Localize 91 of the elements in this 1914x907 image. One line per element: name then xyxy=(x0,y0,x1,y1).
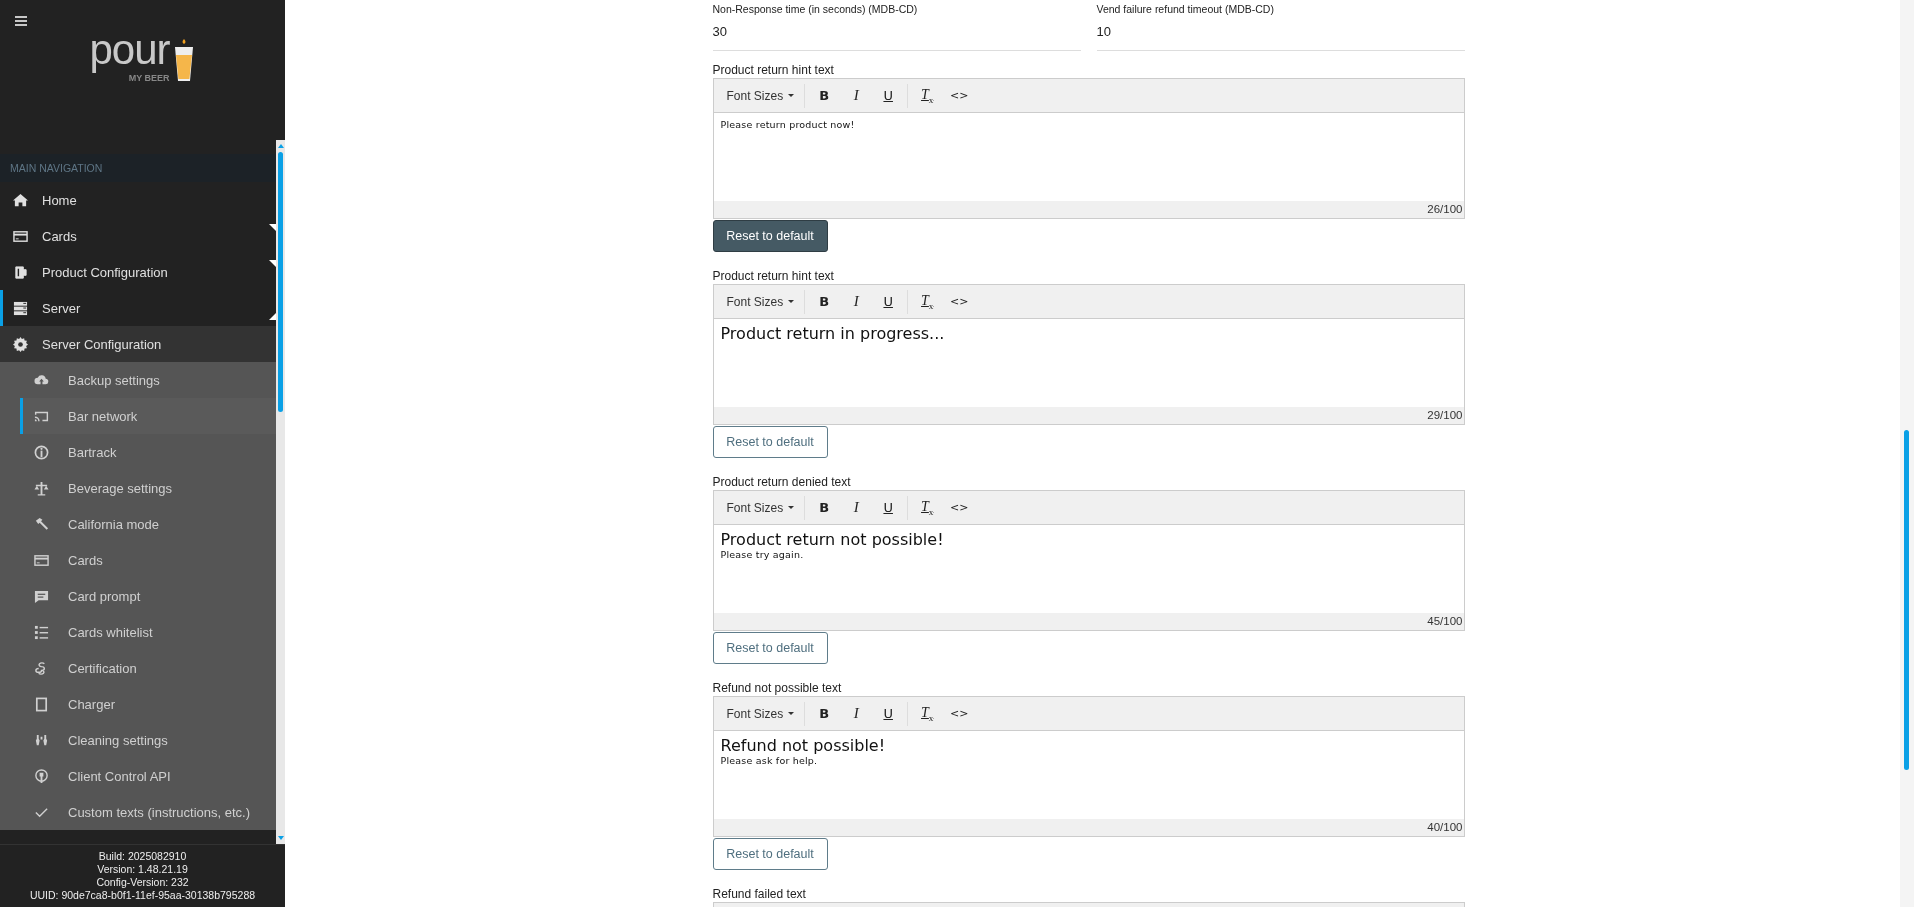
rich-text-editor[interactable]: Font Sizes B I U T$_{x}$ <> Product return not possible! Please try again. 45/100 xyxy=(712,490,1465,631)
reset-button[interactable]: Reset to default xyxy=(712,632,828,664)
scale-icon xyxy=(34,480,49,496)
input-field[interactable]: 30 xyxy=(712,16,1081,51)
font-size-dropdown[interactable]: Font Sizes xyxy=(719,86,802,105)
font-size-dropdown[interactable]: Font Sizes xyxy=(719,704,802,723)
character-count: 29/100 xyxy=(1427,409,1463,421)
hammer-icon xyxy=(34,516,49,532)
section-heading: MAIN NAVIGATION xyxy=(0,154,276,182)
clear-format-button[interactable]: T$_{x}$ xyxy=(913,700,942,727)
nav-item[interactable]: Server Configuration xyxy=(0,326,276,362)
field-label: Vend failure refund timeout (MDB-CD) xyxy=(1096,2,1275,16)
source-code-button[interactable]: <> xyxy=(945,82,974,109)
nav-subitem[interactable]: Cards whitelist xyxy=(0,614,276,650)
character-count: 40/100 xyxy=(1427,821,1463,833)
build-info-text: Config-Version: 232 xyxy=(96,876,189,889)
logo-tagline: MY BEER xyxy=(128,72,170,83)
underline-button[interactable]: U xyxy=(874,288,903,315)
build-info-text: UUID: 90de7ca8-b0f1-11ef-95aa-30138b795288 xyxy=(29,889,256,902)
credit-card-icon xyxy=(34,552,49,568)
api-icon xyxy=(34,768,49,784)
nav-subitem[interactable]: Cards xyxy=(0,542,276,578)
reset-button[interactable]: Reset to default xyxy=(712,220,828,252)
build-info-text: Build: 2025082910 xyxy=(98,850,187,863)
cloud-upload-icon xyxy=(34,372,49,388)
editor-text: Refund not possible! xyxy=(720,737,887,755)
italic-button[interactable]: I xyxy=(842,700,871,727)
editor-text: Please try again. xyxy=(720,549,805,561)
field-label: Product return denied text xyxy=(712,475,852,490)
font-size-dropdown[interactable]: Font Sizes xyxy=(719,498,802,517)
scrollbar[interactable] xyxy=(276,140,285,844)
nav-subitem[interactable]: Client Control API xyxy=(0,758,276,794)
italic-button[interactable]: I xyxy=(842,494,871,521)
input-field[interactable]: 10 xyxy=(1096,16,1465,51)
editor-text: Please return product now! xyxy=(720,119,856,131)
settings-icon xyxy=(13,336,28,352)
italic-button[interactable]: I xyxy=(842,82,871,109)
nav-subitem[interactable]: Card prompt xyxy=(0,578,276,614)
nav-subitem[interactable]: Certification xyxy=(0,650,276,686)
rich-text-editor[interactable]: Font Sizes B I U T$_{x}$ <> Please return product now! 26/100 xyxy=(712,78,1465,219)
menu-icon[interactable] xyxy=(14,14,28,28)
bold-button[interactable]: B xyxy=(810,700,839,727)
font-size-dropdown[interactable]: Font Sizes xyxy=(719,292,802,311)
circle-icon xyxy=(34,444,49,460)
nav-subitem[interactable]: California mode xyxy=(0,506,276,542)
nav-subitem[interactable]: Custom texts (instructions, etc.) xyxy=(0,794,276,830)
clear-format-button[interactable]: T$_{x}$ xyxy=(913,288,942,315)
nav-subitem[interactable]: Cleaning settings xyxy=(0,722,276,758)
underline-button[interactable]: U xyxy=(874,700,903,727)
source-code-button[interactable]: <> xyxy=(945,288,974,315)
bold-button[interactable]: B xyxy=(810,82,839,109)
character-count: 26/100 xyxy=(1427,203,1463,215)
clear-format-button[interactable]: T$_{x}$ xyxy=(913,82,942,109)
field-label: Refund not possible text xyxy=(712,681,843,696)
nav-item[interactable]: Home xyxy=(0,182,276,218)
source-code-button[interactable]: <> xyxy=(945,700,974,727)
chat-icon xyxy=(34,588,49,604)
nav-subitem[interactable]: Backup settings xyxy=(0,362,276,398)
underline-button[interactable]: U xyxy=(874,82,903,109)
list-icon xyxy=(34,624,49,640)
editor-text: Product return not possible! xyxy=(720,531,945,549)
reset-button[interactable]: Reset to default xyxy=(712,426,828,458)
nav-subitem[interactable]: Bartrack xyxy=(0,434,276,470)
field-label: Refund failed text xyxy=(712,887,807,902)
rich-text-editor[interactable]: Font Sizes B I U T$_{x}$ <> Refund not possible! Please ask for help. 40/100 xyxy=(712,696,1465,837)
nav-subitem[interactable]: Charger xyxy=(0,686,276,722)
clear-format-button[interactable]: T$_{x}$ xyxy=(913,494,942,521)
credit-card-icon xyxy=(13,228,28,244)
logo-text: pour xyxy=(89,27,170,72)
field-label: Product return hint text xyxy=(712,269,835,284)
nav-subitem[interactable]: Beverage settings xyxy=(0,470,276,506)
home-icon xyxy=(13,192,28,208)
source-code-button[interactable]: <> xyxy=(945,494,974,521)
rich-text-editor[interactable]: Font Sizes B I U T$_{x}$ <> Product return in progress... 29/100 xyxy=(712,284,1465,425)
character-count: 45/100 xyxy=(1427,615,1463,627)
taps-icon xyxy=(34,732,49,748)
italic-button[interactable]: I xyxy=(842,288,871,315)
build-info-text: Version: 1.48.21.19 xyxy=(97,863,188,876)
field-label: Non-Response time (in seconds) (MDB-CD) xyxy=(712,2,919,16)
field-label: Product return hint text xyxy=(712,63,835,78)
server-icon xyxy=(13,300,28,316)
editor-text: Please ask for help. xyxy=(720,755,819,767)
nav-subitem[interactable]: Bar network xyxy=(0,398,276,434)
scrollbar-thumb[interactable] xyxy=(1904,430,1909,770)
bold-button[interactable]: B xyxy=(810,288,839,315)
square-icon xyxy=(34,696,49,712)
underline-button[interactable]: U xyxy=(874,494,903,521)
reset-button[interactable]: Reset to default xyxy=(712,838,828,870)
bold-button[interactable]: B xyxy=(810,494,839,521)
mug-icon xyxy=(13,264,28,280)
editor-text: Product return in progress... xyxy=(720,325,946,343)
